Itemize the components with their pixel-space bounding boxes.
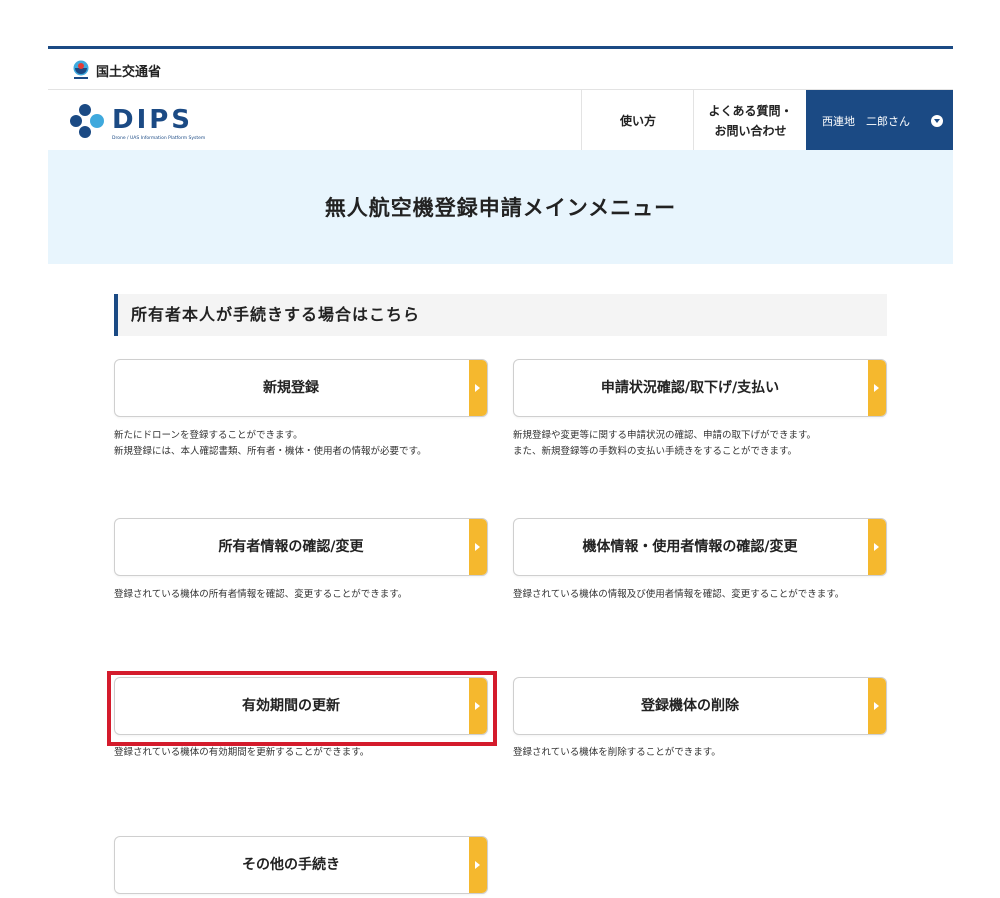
delete-aircraft-button[interactable]: 登録機体の削除	[513, 677, 887, 735]
aircraft-user-info-label: 機体情報・使用者情報の確認/変更	[582, 539, 798, 555]
application-status-desc-line1: 新規登録や変更等に関する申請状況の確認、申請の取下げができます。	[513, 430, 817, 441]
nav-how-to-label: 使い方	[619, 114, 656, 128]
nav-how-to-link[interactable]: 使い方	[581, 90, 694, 151]
highlight-box	[107, 671, 497, 746]
aircraft-user-info-desc-line1: 登録されている機体の情報及び使用者情報を確認、変更することができます。	[513, 589, 845, 600]
site-header: DIPS Drone / UAS Information Platform Sy…	[48, 89, 953, 152]
owner-info-button[interactable]: 所有者情報の確認/変更	[114, 518, 488, 576]
renew-validity-description: 登録されている機体の有効期間を更新することができます。	[114, 745, 369, 761]
section-title: 所有者本人が手続きする場合はこちら	[131, 305, 421, 324]
mlit-logo-icon	[73, 60, 89, 79]
section-accent-bar	[114, 294, 118, 336]
aircraft-user-info-description: 登録されている機体の情報及び使用者情報を確認、変更することができます。	[513, 587, 844, 603]
arrow-right-icon	[469, 837, 487, 893]
other-procedures-label: その他の手続き	[242, 857, 340, 873]
arrow-right-icon	[868, 360, 886, 416]
page-title: 無人航空機登録申請メインメニュー	[324, 196, 677, 220]
other-procedures-button[interactable]: その他の手続き	[114, 836, 488, 894]
application-status-desc-line2: また、新規登録等の手数料の支払い手続きをすることができます。	[513, 446, 798, 457]
application-status-description: 新規登録や変更等に関する申請状況の確認、申請の取下げができます。 また、新規登録…	[513, 428, 816, 460]
owner-info-label: 所有者情報の確認/変更	[218, 539, 364, 555]
chevron-down-circle-icon	[931, 115, 943, 127]
dips-logo[interactable]: DIPS Drone / UAS Information Platform Sy…	[70, 100, 270, 142]
user-menu-button[interactable]: 西連地 二郎さん	[806, 90, 953, 151]
arrow-right-icon	[469, 519, 487, 575]
nav-faq-link[interactable]: よくある質問・ お問い合わせ	[693, 90, 807, 151]
arrow-right-icon	[868, 519, 886, 575]
delete-aircraft-description: 登録されている機体を削除することができます。	[513, 745, 721, 761]
nav-faq-label-line1: よくある質問・	[708, 103, 793, 118]
new-registration-button[interactable]: 新規登録	[114, 359, 488, 417]
new-registration-desc-line1: 新たにドローンを登録することができます。	[114, 430, 303, 441]
logo-text: DIPS	[112, 105, 193, 135]
arrow-right-icon	[868, 678, 886, 734]
arrow-right-icon	[469, 360, 487, 416]
ministry-name: 国土交通省	[96, 64, 162, 80]
page-hero: 無人航空機登録申請メインメニュー	[48, 150, 953, 264]
nav-faq-label-line2: お問い合わせ	[714, 123, 787, 138]
ministry-link[interactable]: 国土交通省	[72, 58, 161, 82]
renew-validity-desc-line1: 登録されている機体の有効期間を更新することができます。	[114, 747, 370, 758]
logo-subtitle: Drone / UAS Information Platform System	[112, 135, 205, 141]
application-status-label: 申請状況確認/取下げ/支払い	[600, 380, 780, 396]
delete-aircraft-desc-line1: 登録されている機体を削除することができます。	[513, 747, 721, 758]
application-status-button[interactable]: 申請状況確認/取下げ/支払い	[513, 359, 887, 417]
top-accent-line	[48, 46, 953, 49]
section-header: 所有者本人が手続きする場合はこちら	[114, 294, 887, 336]
delete-aircraft-label: 登録機体の削除	[641, 698, 739, 714]
owner-info-description: 登録されている機体の所有者情報を確認、変更することができます。	[114, 587, 407, 603]
owner-info-desc-line1: 登録されている機体の所有者情報を確認、変更することができます。	[114, 589, 408, 600]
user-name: 西連地 二郎さん	[822, 114, 910, 128]
new-registration-label: 新規登録	[263, 380, 319, 396]
new-registration-description: 新たにドローンを登録することができます。 新規登録には、本人確認書類、所有者・機…	[114, 428, 427, 460]
aircraft-user-info-button[interactable]: 機体情報・使用者情報の確認/変更	[513, 518, 887, 576]
new-registration-desc-line2: 新規登録には、本人確認書類、所有者・機体・使用者の情報が必要です。	[114, 446, 427, 457]
